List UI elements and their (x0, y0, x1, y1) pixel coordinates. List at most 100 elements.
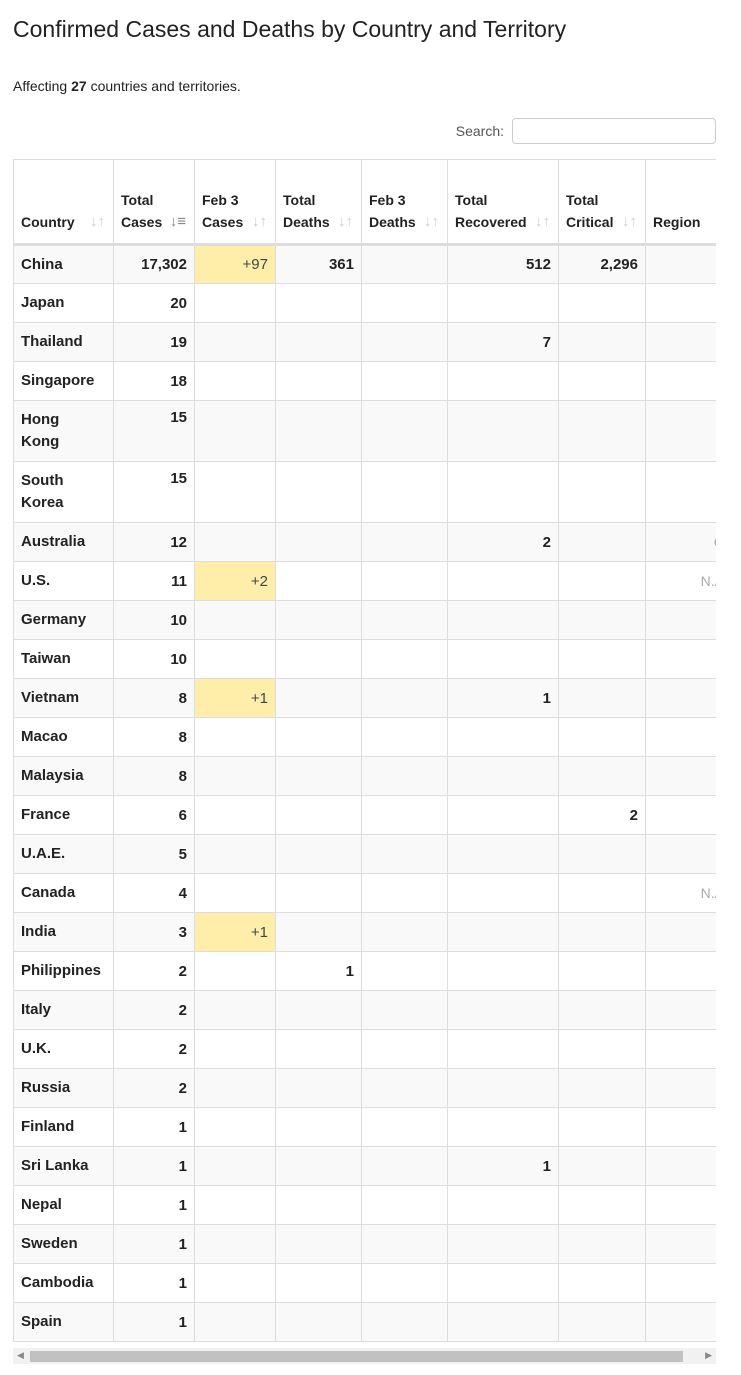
cell-total-deaths (275, 834, 362, 874)
column-header-feb-3-cases[interactable]: Feb 3 Cases ↓↑ (194, 159, 276, 246)
cell-total-deaths (275, 756, 362, 796)
scroll-right-arrow-icon[interactable]: ▶ (705, 1350, 712, 1361)
cell-total-critical (558, 283, 646, 323)
column-header-total-recovered[interactable]: Total Recovered ↓↑ (447, 159, 559, 246)
table-row: Macao8 Asia (13, 717, 716, 757)
cell-total-cases: 2 (113, 951, 195, 991)
cell-total-recovered (447, 283, 559, 323)
cell-total-recovered (447, 561, 559, 601)
cell-feb-3-cases (194, 1263, 276, 1303)
column-header-label: Feb 3 Deaths (369, 192, 416, 230)
sort-icon[interactable]: ↓↑ (424, 211, 439, 233)
table-row: Vietnam8+1 1 Asia (13, 678, 716, 718)
cell-total-cases: 1 (113, 1185, 195, 1225)
cell-feb-3-deaths (361, 678, 448, 718)
cell-country: Sweden (13, 1224, 114, 1264)
cell-feb-3-deaths (361, 322, 448, 362)
sort-icon[interactable]: ↓↑ (622, 211, 637, 233)
table-row: U.K.2 Europe (13, 1029, 716, 1069)
sort-descending-icon[interactable]: ↓≡ (170, 211, 186, 233)
column-header-total-cases[interactable]: Total Cases ↓≡ (113, 159, 195, 246)
cell-feb-3-cases (194, 1185, 276, 1225)
table-row: India3+1 Asia (13, 912, 716, 952)
page-title: Confirmed Cases and Deaths by Country an… (13, 16, 567, 42)
cell-feb-3-deaths (361, 1263, 448, 1303)
cell-total-deaths (275, 717, 362, 757)
cell-total-cases: 4 (113, 873, 195, 913)
cell-total-recovered (447, 600, 559, 640)
cell-total-deaths (275, 912, 362, 952)
cell-total-recovered (447, 795, 559, 835)
cell-total-recovered (447, 1107, 559, 1147)
cell-feb-3-deaths (361, 717, 448, 757)
column-header-region[interactable]: Region↓↑ (645, 159, 716, 246)
cell-total-recovered (447, 1068, 559, 1108)
cell-region: Europe (645, 795, 716, 835)
cell-country: China (13, 244, 114, 284)
cell-total-deaths (275, 600, 362, 640)
affecting-suffix: countries and territories. (86, 78, 241, 94)
cell-total-cases: 8 (113, 756, 195, 796)
cell-total-deaths (275, 561, 362, 601)
cell-total-critical (558, 951, 646, 991)
cell-total-recovered (447, 461, 559, 523)
cell-total-deaths (275, 1107, 362, 1147)
search-input[interactable] (512, 118, 716, 144)
cell-feb-3-cases (194, 756, 276, 796)
cell-country: U.A.E. (13, 834, 114, 874)
table-row: Canada4 N.America (13, 873, 716, 913)
table-row: Thailand19 7 Asia (13, 322, 716, 362)
sort-icon[interactable]: ↓↑ (535, 211, 550, 233)
cell-feb-3-deaths (361, 756, 448, 796)
cell-country: Singapore (13, 361, 114, 401)
cell-country: Italy (13, 990, 114, 1030)
cell-region: Asia (645, 834, 716, 874)
cell-region: Asia (645, 951, 716, 991)
cell-total-cases: 8 (113, 678, 195, 718)
cell-total-deaths (275, 1263, 362, 1303)
cell-country: Philippines (13, 951, 114, 991)
cell-country: Malaysia (13, 756, 114, 796)
cell-feb-3-cases (194, 283, 276, 323)
scrollbar-thumb[interactable] (30, 1351, 683, 1362)
cell-region: Europe (645, 1107, 716, 1147)
cell-total-critical (558, 400, 646, 462)
sort-icon[interactable]: ↓↑ (90, 211, 105, 233)
country-count: 27 (71, 78, 87, 94)
horizontal-scrollbar[interactable]: ◀ ▶ (13, 1348, 716, 1364)
cell-total-cases: 12 (113, 522, 195, 562)
cell-feb-3-cases (194, 1068, 276, 1108)
cell-total-critical (558, 461, 646, 523)
cell-country: Australia (13, 522, 114, 562)
cell-region: Asia (645, 717, 716, 757)
cell-total-cases: 3 (113, 912, 195, 952)
cell-feb-3-deaths (361, 795, 448, 835)
cell-country: Russia (13, 1068, 114, 1108)
cell-feb-3-deaths (361, 873, 448, 913)
cell-feb-3-deaths (361, 600, 448, 640)
table-row: Australia12 2 Oceania (13, 522, 716, 562)
table-scroll-container: Country ↓↑ Total Cases ↓≡ Feb 3 Cases ↓↑ Total… (13, 159, 716, 1342)
cell-country: Sri Lanka (13, 1146, 114, 1186)
scroll-left-arrow-icon[interactable]: ◀ (17, 1350, 24, 1361)
cell-total-cases: 1 (113, 1224, 195, 1264)
cell-region: Asia (645, 678, 716, 718)
column-header-total-critical[interactable]: Total Critical ↓↑ (558, 159, 646, 246)
cell-total-cases: 18 (113, 361, 195, 401)
cell-total-deaths (275, 1224, 362, 1264)
cell-country: U.S. (13, 561, 114, 601)
cell-total-recovered (447, 639, 559, 679)
column-header-total-deaths[interactable]: Total Deaths ↓↑ (275, 159, 362, 246)
cell-feb-3-cases (194, 1107, 276, 1147)
affecting-prefix: Affecting (13, 78, 72, 94)
table-row: Spain1 Europe (13, 1302, 716, 1342)
cell-total-recovered (447, 1029, 559, 1069)
sort-icon[interactable]: ↓↑ (338, 211, 353, 233)
column-header-country[interactable]: Country ↓↑ (13, 159, 114, 246)
sort-icon[interactable]: ↓↑ (252, 211, 267, 233)
cell-total-cases: 10 (113, 600, 195, 640)
column-header-feb-3-deaths[interactable]: Feb 3 Deaths ↓↑ (361, 159, 448, 246)
cell-country: U.K. (13, 1029, 114, 1069)
cell-total-cases: 15 (113, 461, 195, 523)
table-row: Japan20 Asia (13, 283, 716, 323)
